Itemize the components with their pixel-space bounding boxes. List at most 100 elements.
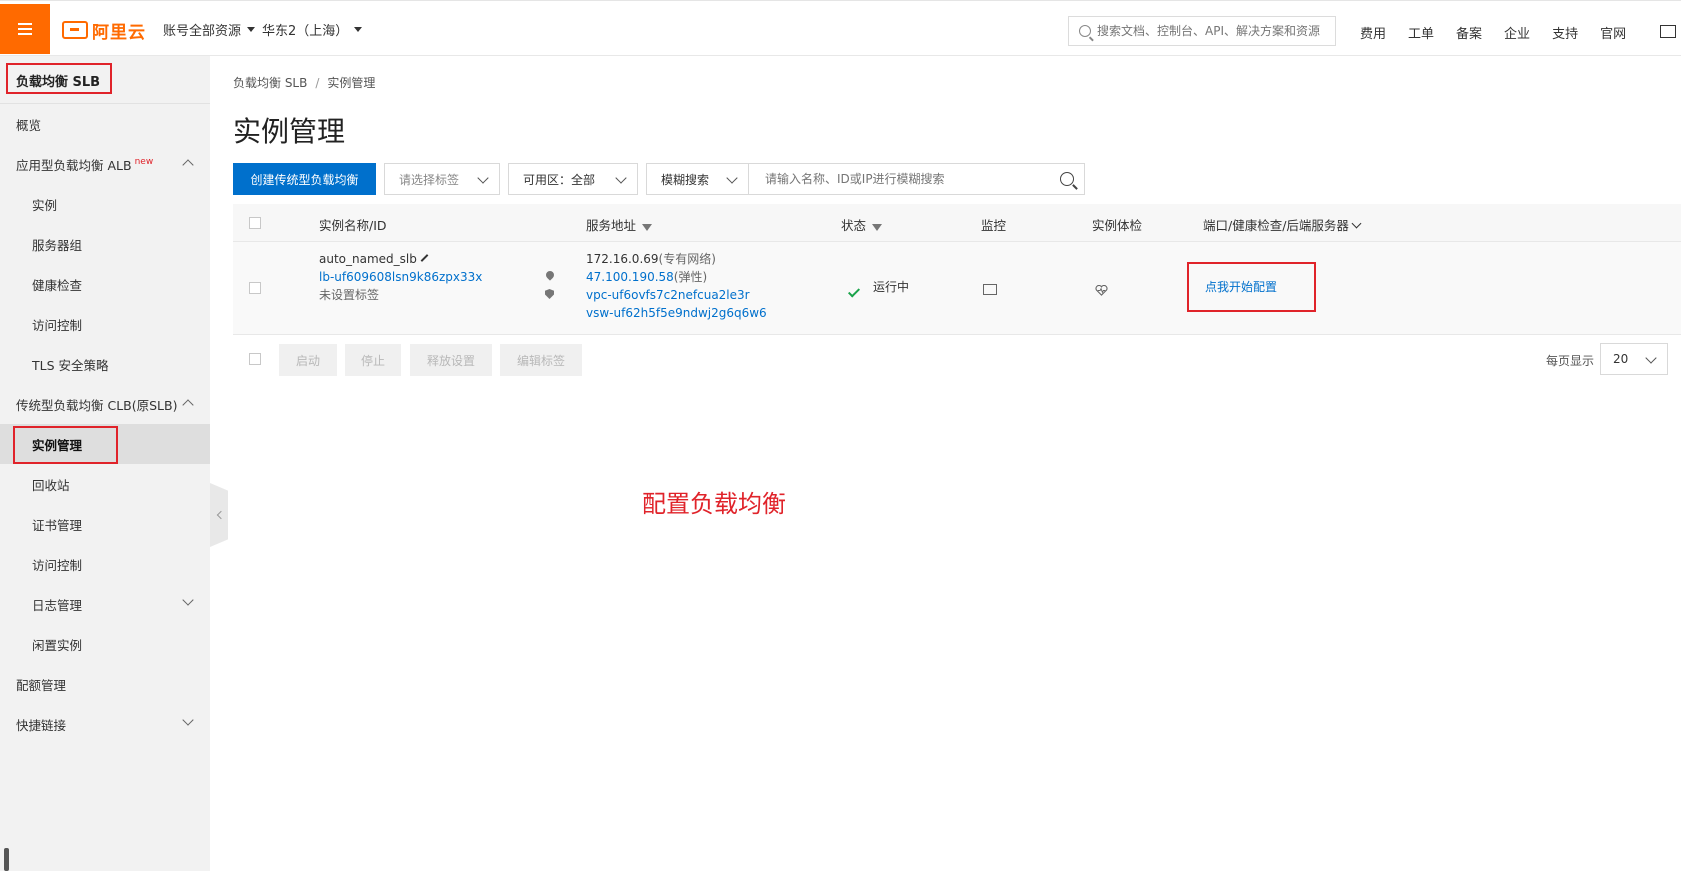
sidebar-item-alb-instances[interactable]: 实例 (0, 184, 210, 224)
aliyun-logo[interactable]: 阿里云 (62, 18, 146, 43)
table-row: auto_named_slb lb-uf609608lsn9k86zpx33x … (233, 242, 1681, 335)
service-address-cell: 172.16.0.69(专有网络) 47.100.190.58(弹性) vpc-… (586, 250, 767, 322)
sidebar-item-label: 健康检查 (32, 277, 83, 293)
zone-select-label: 可用区： (523, 172, 572, 187)
terminal-icon[interactable] (1660, 25, 1676, 38)
chevron-down-icon (1645, 352, 1657, 364)
column-header-ports-label: 端口/健康检查/后端服务器 (1203, 218, 1349, 233)
sidebar-item-access-control-clb[interactable]: 访问控制 (0, 544, 210, 584)
instance-name-text: auto_named_slb (319, 252, 417, 266)
public-ip-link[interactable]: 47.100.190.58 (586, 270, 674, 284)
hamburger-menu-icon[interactable] (0, 4, 50, 54)
sidebar-collapse-toggle[interactable] (210, 483, 228, 547)
new-badge: new (134, 157, 154, 167)
sidebar-item-label: 回收站 (32, 477, 70, 493)
sidebar-item-label: 服务器组 (32, 237, 83, 253)
chevron-up-icon (182, 159, 194, 171)
start-button[interactable]: 启动 (279, 344, 337, 376)
sidebar-item-label: 日志管理 (32, 597, 83, 613)
filter-icon[interactable] (872, 224, 883, 231)
edit-tags-button[interactable]: 编辑标签 (500, 344, 582, 376)
release-settings-button[interactable]: 释放设置 (410, 344, 492, 376)
aliyun-logo-icon (62, 21, 88, 39)
sidebar-item-label: 应用型负载均衡 ALB (16, 157, 132, 173)
private-ip-note: (专有网络) (658, 252, 716, 266)
location-pin-icon[interactable] (544, 269, 556, 281)
private-ip-text: 172.16.0.69 (586, 252, 659, 266)
sidebar-item-alb[interactable]: 应用型负载均衡 ALB new (0, 144, 210, 184)
sidebar-scrollbar[interactable] (4, 848, 9, 871)
column-header-status: 状态 (841, 215, 883, 234)
region-menu[interactable]: 华东2（上海） (262, 20, 363, 39)
check-icon (847, 285, 861, 298)
sidebar-item-certificates[interactable]: 证书管理 (0, 504, 210, 544)
search-mode-select[interactable]: 模糊搜索 (646, 163, 749, 195)
column-header-status-label: 状态 (841, 218, 867, 233)
bulk-select-checkbox[interactable] (249, 353, 261, 365)
link-support[interactable]: 支持 (1552, 23, 1578, 42)
breadcrumb-root[interactable]: 负载均衡 SLB (233, 76, 307, 90)
column-header-ports[interactable]: 端口/健康检查/后端服务器 (1203, 215, 1362, 234)
sidebar-item-label: 访问控制 (32, 317, 83, 333)
sidebar-item-label: 快捷链接 (16, 717, 67, 733)
create-clb-button[interactable]: 创建传统型负载均衡 (233, 163, 376, 195)
edit-icon[interactable] (420, 254, 429, 262)
instance-search (749, 163, 1085, 195)
sidebar-item-idle-instances[interactable]: 闲置实例 (0, 624, 210, 664)
global-search[interactable] (1068, 16, 1336, 46)
brand-name: 阿里云 (92, 22, 146, 43)
select-all-checkbox[interactable] (249, 217, 261, 229)
chevron-left-icon (216, 510, 225, 520)
sidebar-item-quick-links[interactable]: 快捷链接 (0, 704, 210, 744)
zone-select[interactable]: 可用区： 全部 (508, 163, 638, 195)
monitor-chart-icon[interactable] (983, 284, 997, 295)
sidebar-item-server-groups[interactable]: 服务器组 (0, 224, 210, 264)
vswitch-link[interactable]: vsw-uf62h5f5e9ndwj2g6q6w6 (586, 304, 767, 322)
tag-select[interactable]: 请选择标签 (384, 163, 500, 195)
sidebar-item-health-check[interactable]: 健康检查 (0, 264, 210, 304)
sidebar-item-quota[interactable]: 配额管理 (0, 664, 210, 704)
sidebar-item-label: TLS 安全策略 (32, 357, 109, 373)
region-menu-label: 华东2（上海） (262, 24, 349, 39)
instance-search-input[interactable] (749, 165, 1049, 193)
instance-id-link[interactable]: lb-uf609608lsn9k86zpx33x (319, 268, 482, 286)
sidebar-item-label: 闲置实例 (32, 637, 83, 653)
row-checkbox[interactable] (249, 282, 261, 294)
column-header-health: 实例体检 (1092, 218, 1143, 233)
shield-icon[interactable] (545, 289, 554, 299)
page-title: 实例管理 (233, 115, 346, 148)
sidebar-item-tls-policy[interactable]: TLS 安全策略 (0, 344, 210, 384)
sidebar-item-label: 传统型负载均衡 CLB(原SLB) (16, 397, 178, 413)
status-text: 运行中 (873, 280, 910, 294)
account-menu[interactable]: 账号全部资源 (163, 20, 256, 39)
link-enterprise[interactable]: 企业 (1504, 23, 1530, 42)
private-ip: 172.16.0.69(专有网络) (586, 250, 767, 268)
global-search-input[interactable] (1097, 24, 1325, 38)
search-icon[interactable] (1060, 172, 1074, 186)
sidebar-item-clb[interactable]: 传统型负载均衡 CLB(原SLB) (0, 384, 210, 424)
link-official-site[interactable]: 官网 (1600, 23, 1626, 42)
sidebar-item-logs[interactable]: 日志管理 (0, 584, 210, 624)
sidebar-item-label: 证书管理 (32, 517, 83, 533)
chevron-down-icon (182, 714, 194, 726)
sidebar-item-label: 概览 (16, 117, 42, 133)
link-tickets[interactable]: 工单 (1408, 23, 1434, 42)
sidebar-item-overview[interactable]: 概览 (0, 104, 210, 144)
link-billing[interactable]: 费用 (1360, 23, 1386, 42)
link-icp[interactable]: 备案 (1456, 23, 1482, 42)
filter-icon[interactable] (642, 224, 653, 231)
stop-button[interactable]: 停止 (345, 344, 401, 376)
chevron-down-icon (247, 27, 256, 32)
chevron-down-icon (615, 172, 627, 184)
vpc-link[interactable]: vpc-uf6ovfs7c2nefcua2le3r (586, 286, 767, 304)
sidebar: 负载均衡 SLB 概览 应用型负载均衡 ALB new 实例 服务器组 健康检查… (0, 56, 210, 871)
sidebar-item-label: 配额管理 (16, 677, 67, 693)
breadcrumb: 负载均衡 SLB / 实例管理 (233, 74, 375, 91)
column-header-name: 实例名称/ID (319, 218, 387, 233)
sidebar-item-access-control-alb[interactable]: 访问控制 (0, 304, 210, 344)
instance-name: auto_named_slb (319, 250, 482, 268)
health-check-icon[interactable] (1095, 285, 1108, 296)
page-size-select[interactable]: 20 (1600, 343, 1668, 375)
column-header-address-label: 服务地址 (586, 218, 637, 233)
sidebar-item-recycle-bin[interactable]: 回收站 (0, 464, 210, 504)
